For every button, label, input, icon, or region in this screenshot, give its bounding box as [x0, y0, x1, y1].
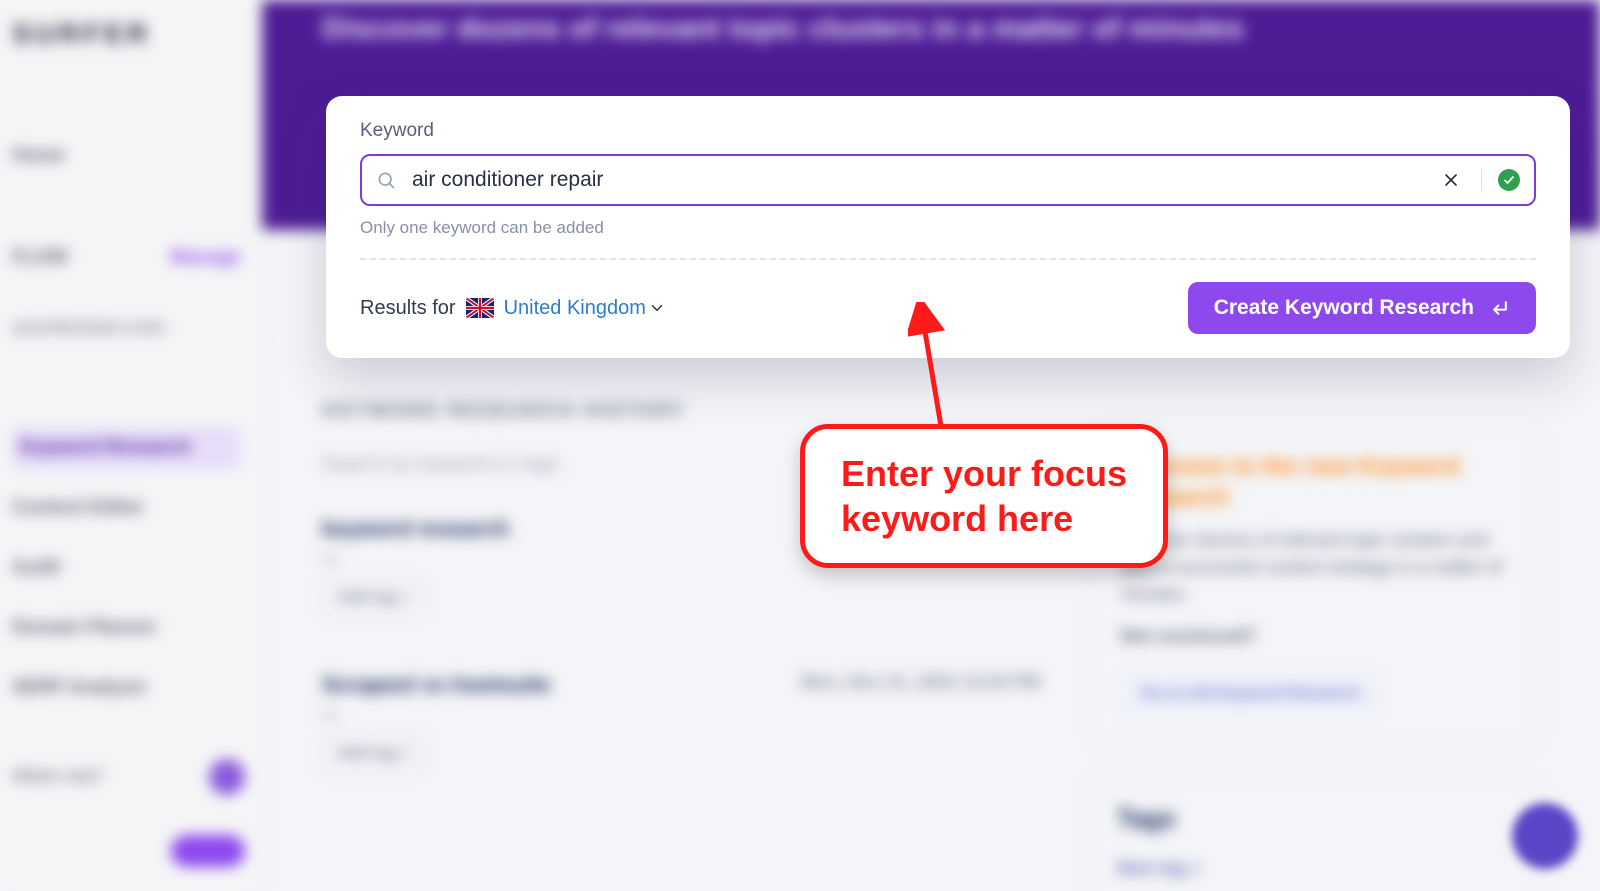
results-for-label: Results for: [360, 297, 456, 320]
whats-new-label: What's new?: [12, 768, 103, 786]
create-research-button[interactable]: Create Keyword Research: [1188, 282, 1536, 334]
tags-title: Tags: [1117, 803, 1513, 834]
keyword-label: Keyword: [360, 120, 1536, 142]
country-selector[interactable]: United Kingdom: [504, 297, 666, 320]
welcome-old-link[interactable]: Go to old Keyword Research: [1121, 673, 1380, 715]
whats-new-row[interactable]: What's new?: [12, 759, 245, 795]
history-date: Mon, Nov 21, 2022 12:03 PM: [801, 672, 1040, 693]
flow-header: FLOW Manage: [12, 237, 241, 279]
keyword-modal: Keyword Only one ke: [326, 96, 1570, 358]
nav-content-editor[interactable]: Content Editor: [12, 487, 241, 529]
keyword-input[interactable]: [410, 167, 1427, 193]
app-logo: SURFER: [12, 18, 241, 50]
nav-audit[interactable]: Audit: [12, 547, 241, 589]
flow-manage-link[interactable]: Manage: [170, 247, 241, 269]
chat-fab[interactable]: [1512, 803, 1578, 869]
keyword-input-wrap[interactable]: [360, 154, 1536, 206]
history-date: Mon, Nov 28, 2022 8:13 PM: [811, 516, 1040, 537]
create-research-label: Create Keyword Research: [1214, 296, 1474, 320]
tags-card: Tags New tag +: [1090, 776, 1540, 891]
whats-new-badge-icon: [209, 759, 245, 795]
nav-home[interactable]: Home: [12, 135, 241, 177]
welcome-body: Discover dozens of relevant topic cluste…: [1121, 527, 1509, 608]
history-search-hint[interactable]: Search by keyword or tags: [322, 453, 1040, 476]
country-name: United Kingdom: [504, 297, 646, 320]
valid-check-icon: [1498, 169, 1520, 191]
flow-domain[interactable]: yourdomain.com: [12, 307, 241, 349]
hero-headline: Discover dozens of relevant topic cluste…: [322, 12, 1244, 45]
results-for: Results for United Kingdom: [360, 297, 666, 320]
search-icon: [376, 170, 396, 190]
uk-flag-icon: [466, 298, 494, 318]
history-loc: us: [322, 706, 1040, 724]
tags-new[interactable]: New tag +: [1117, 858, 1513, 879]
flow-label: FLOW: [12, 247, 68, 269]
divider: [360, 258, 1536, 260]
keyword-helper-text: Only one keyword can be added: [360, 218, 1536, 238]
history-item[interactable]: Mon, Nov 21, 2022 12:03 PM Scrapeol vs h…: [322, 672, 1040, 772]
nav-keyword-research[interactable]: Keyword Research: [12, 427, 241, 469]
welcome-title: Welcome to the new Keyword Research: [1121, 451, 1509, 513]
nav-domain-planner[interactable]: Domain Planner: [12, 607, 241, 649]
clear-icon[interactable]: [1441, 170, 1461, 190]
history-heading: KEYWORD RESEARCH HISTORY: [322, 400, 1040, 423]
chevron-down-icon: [648, 299, 666, 317]
welcome-card: Welcome to the new Keyword Research Disc…: [1090, 420, 1540, 746]
sidebar: SURFER Home FLOW Manage yourdomain.com K…: [0, 0, 262, 891]
history-loc: us: [322, 550, 1040, 568]
enter-icon: [1490, 298, 1510, 318]
welcome-question: Not convinced?: [1121, 626, 1509, 647]
history-item[interactable]: Mon, Nov 28, 2022 8:13 PM keyword resear…: [322, 516, 1040, 616]
history-add-tag[interactable]: Add tag +: [322, 736, 425, 772]
signup-button[interactable]: [171, 835, 245, 867]
nav-serp-analyzer[interactable]: SERP Analyzer: [12, 667, 241, 709]
input-separator: [1481, 167, 1482, 193]
history-add-tag[interactable]: Add tag +: [322, 580, 425, 616]
